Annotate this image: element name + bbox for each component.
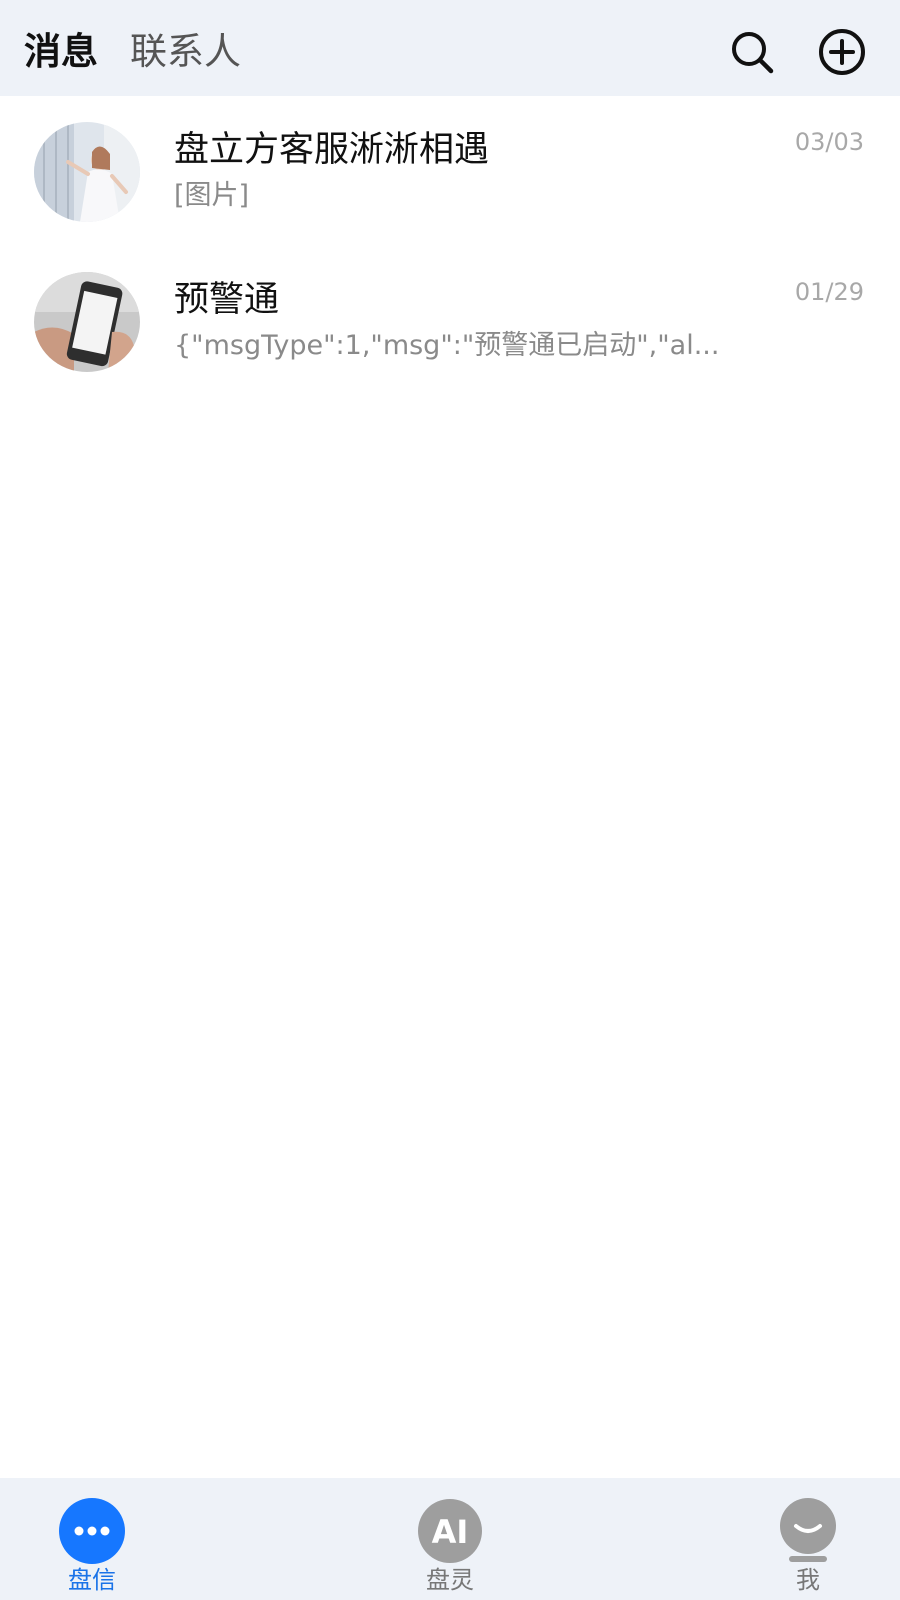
nav-label: 我 (796, 1566, 820, 1594)
tab-contacts[interactable]: 联系人 (130, 28, 241, 76)
chat-list: 盘立方客服淅淅相遇 [图片] 03/03 预警通 {"msgType":1,"m… (0, 96, 900, 396)
nav-item-chat[interactable]: 盘信 (12, 1478, 172, 1600)
user-icon (775, 1498, 841, 1564)
bottom-nav: 盘信 AI 盘灵 我 (0, 1478, 900, 1600)
search-icon (732, 32, 774, 74)
top-bar: 消息 联系人 (0, 0, 900, 96)
phone-in-hand-avatar (34, 272, 140, 372)
ai-icon-text: AI (432, 1513, 469, 1551)
search-button[interactable] (728, 28, 776, 76)
avatar (34, 272, 140, 372)
chat-date: 01/29 (794, 278, 864, 306)
chat-preview: {"msgType":1,"msg":"预警通已启动","al... (174, 330, 720, 361)
chat-preview: [图片] (174, 180, 250, 211)
nav-label: 盘灵 (426, 1566, 474, 1594)
nav-item-ai[interactable]: AI 盘灵 (370, 1478, 530, 1600)
woman-photo-avatar (34, 122, 140, 222)
app-root: 消息 联系人 盘立方客服淅淅相遇 [图片] 03/03 预警通 {"msgTyp… (0, 0, 900, 1600)
chat-name: 盘立方客服淅淅相遇 (174, 130, 490, 170)
nav-item-me[interactable]: 我 (728, 1478, 888, 1600)
chat-name: 预警通 (174, 280, 280, 320)
add-circle-icon (819, 29, 865, 75)
chat-date: 03/03 (794, 128, 864, 156)
chat-bubble-icon (59, 1498, 125, 1564)
avatar (34, 122, 140, 222)
add-button[interactable] (818, 28, 866, 76)
nav-label: 盘信 (68, 1566, 116, 1594)
chat-item-customer-service[interactable]: 盘立方客服淅淅相遇 [图片] 03/03 (0, 96, 900, 246)
chat-item-alert[interactable]: 预警通 {"msgType":1,"msg":"预警通已启动","al... 0… (0, 246, 900, 396)
ai-badge-icon: AI (417, 1498, 483, 1564)
tab-messages[interactable]: 消息 (24, 28, 98, 76)
